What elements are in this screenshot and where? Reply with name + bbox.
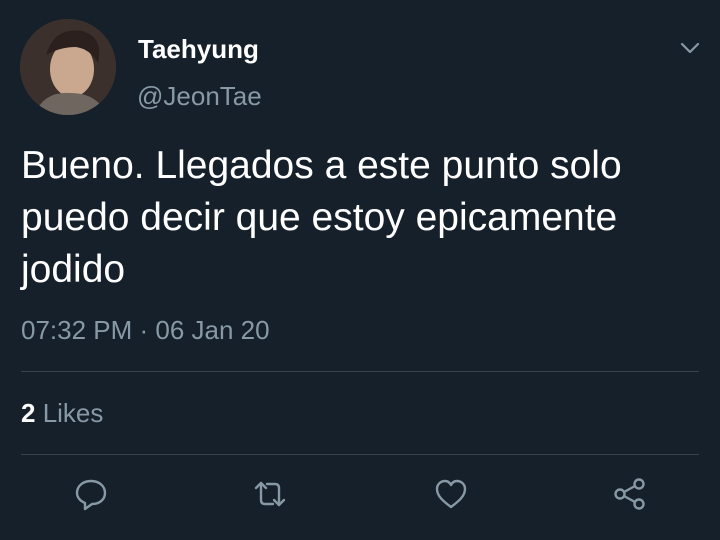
avatar-photo: [20, 19, 116, 115]
likes-label: Likes: [35, 398, 104, 428]
reply-button[interactable]: [73, 476, 109, 512]
share-icon: [614, 478, 645, 510]
divider: [21, 454, 699, 455]
tweet-text: Bueno. Llegados a este punto solo puedo …: [21, 144, 622, 291]
reply-icon: [75, 479, 107, 511]
likes-summary[interactable]: 2 Likes: [21, 396, 103, 430]
author-display-name[interactable]: Taehyung: [138, 33, 259, 65]
likes-count: 2: [21, 398, 36, 428]
divider: [21, 371, 699, 372]
chevron-down-icon[interactable]: [676, 34, 704, 62]
retweet-icon: [254, 481, 286, 507]
retweet-button[interactable]: [252, 476, 288, 512]
heart-icon: [435, 479, 467, 509]
tweet-timestamp[interactable]: 07:32 PM · 06 Jan 20: [21, 313, 270, 347]
share-button[interactable]: [612, 476, 648, 512]
avatar[interactable]: [20, 19, 116, 115]
author-handle[interactable]: @JeonTae: [137, 80, 262, 112]
like-button[interactable]: [433, 476, 469, 512]
